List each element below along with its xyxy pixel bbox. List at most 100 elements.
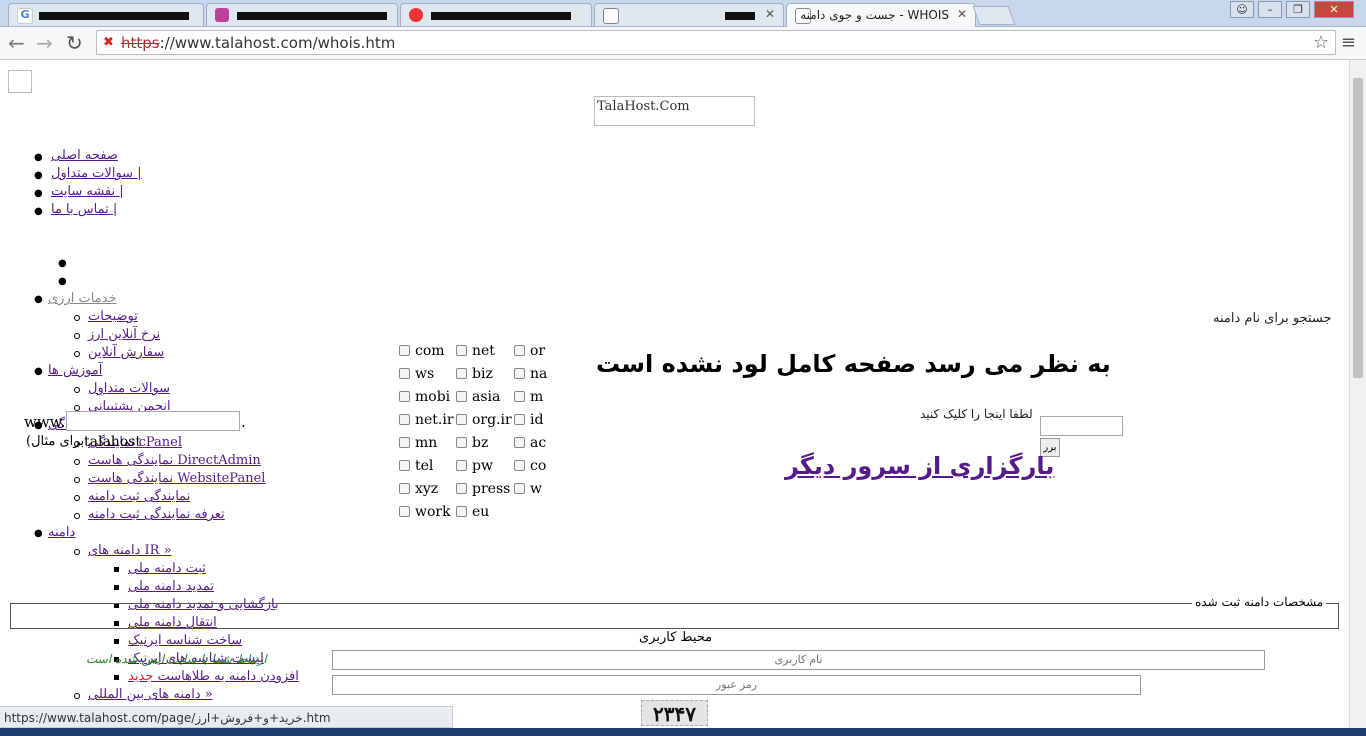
tld-checkbox[interactable] — [514, 460, 525, 471]
tab-whois[interactable]: WHOIS - جست و جوی دامنه ✕ — [786, 3, 976, 27]
restore-button[interactable]: ❐ — [1286, 1, 1310, 18]
status-bar-url: https://www.talahost.com/page/خرید+و+فرو… — [0, 706, 453, 728]
browser-toolbar: ← → ↻ ✖ https://www.talahost.com/whois.h… — [0, 27, 1366, 60]
tld-checkbox[interactable] — [399, 368, 410, 379]
nav-sitemap[interactable]: نقشه سایت | — [51, 184, 124, 199]
redacted-title — [39, 12, 189, 20]
tld-checkbox[interactable] — [399, 460, 410, 471]
bookmark-star-icon[interactable]: ☆ — [1313, 32, 1329, 53]
close-icon[interactable]: ✕ — [765, 7, 775, 21]
tld-checkbox[interactable] — [399, 345, 410, 356]
tld-label: mn — [415, 435, 438, 451]
tld-label: w — [530, 481, 542, 497]
insecure-lock-icon: ✖ — [103, 35, 114, 50]
minimize-button[interactable]: – — [1258, 1, 1282, 18]
menu-currency-rate[interactable]: نرخ آنلاین ارز — [88, 327, 160, 342]
tld-checkbox[interactable] — [456, 368, 467, 379]
tld-checkbox[interactable] — [456, 483, 467, 494]
tld-label: eu — [472, 504, 490, 520]
registered-domain-legend: مشخصات دامنه ثبت شده — [1192, 595, 1327, 609]
user-area-title: محیط کاربری — [639, 630, 713, 645]
page-scrollbar[interactable] — [1349, 60, 1366, 736]
tld-checkbox[interactable] — [514, 368, 525, 379]
tld-label: ac — [530, 435, 547, 451]
menu-reseller-websitepanel[interactable]: نمایندگی هاست WebsitePanel — [88, 471, 265, 486]
tld-checkbox[interactable] — [399, 506, 410, 517]
tld-checkbox[interactable] — [456, 391, 467, 402]
menu-currency[interactable]: خدمات ارزی — [48, 291, 117, 306]
site-favicon-icon — [215, 8, 229, 22]
tld-checkbox[interactable] — [399, 391, 410, 402]
secure-connection-note: ارتباط شما با سایت ایمن شده است — [86, 652, 267, 666]
page-not-loaded-message: به نظر می رسد صفحه کامل لود نشده است — [596, 350, 1111, 378]
menu-icon[interactable]: ≡ — [1341, 32, 1356, 53]
tld-checkbox[interactable] — [456, 345, 467, 356]
reload-icon[interactable]: ↻ — [66, 31, 83, 55]
menu-education-faq[interactable]: سوالات متداول — [88, 381, 170, 396]
captcha-image: ۲۳۴۷ — [641, 700, 708, 726]
tab-title: WHOIS - جست و جوی دامنه — [800, 8, 949, 22]
menu-reseller-domain[interactable]: نمایندگی ثبت دامنه — [88, 489, 190, 504]
menu-domain[interactable]: دامنه — [48, 525, 75, 540]
password-input[interactable] — [332, 675, 1141, 695]
tab-4[interactable]: ✕ — [594, 3, 784, 26]
menu-currency-order[interactable]: سفارش آنلاین — [88, 345, 164, 360]
secondary-input[interactable] — [1040, 416, 1123, 436]
tld-label: xyz — [415, 481, 439, 497]
tld-label: net.ir — [415, 412, 454, 428]
menu-intl-domains[interactable]: دامنه های بین المللی » — [88, 687, 213, 702]
new-badge: جدید — [128, 669, 154, 684]
tab-2[interactable] — [206, 3, 398, 26]
menu-ir-domains[interactable]: دامنه های IR » — [88, 543, 172, 558]
registered-domain-fieldset — [10, 603, 1339, 629]
reload-from-other-server-link[interactable]: بارگزاری از سرور دیگر — [785, 452, 1054, 480]
tld-label: press — [472, 481, 511, 497]
menu-ir-renew[interactable]: تمدید دامنه ملی — [128, 579, 214, 594]
new-tab-button[interactable] — [972, 6, 1016, 25]
tld-checkbox[interactable] — [399, 437, 410, 448]
close-icon[interactable]: ✕ — [957, 7, 967, 21]
menu-currency-desc[interactable]: توضیحات — [88, 309, 138, 324]
tld-checkbox[interactable] — [514, 345, 525, 356]
example-suffix: برای مثال) — [26, 434, 85, 449]
tab-3[interactable] — [400, 3, 592, 26]
menu-ir-add-domain[interactable]: افزودن دامنه به طلاهاست جدید — [128, 669, 299, 684]
menu-education[interactable]: آموزش ها — [48, 363, 102, 378]
tld-checkbox[interactable] — [514, 391, 525, 402]
tld-label: work — [415, 504, 451, 520]
tld-checkbox[interactable] — [514, 414, 525, 425]
menu-reseller-tariff[interactable]: تعرفه نمایندگی ثبت دامنه — [88, 507, 225, 522]
tld-checkbox[interactable] — [456, 414, 467, 425]
tld-checkbox[interactable] — [514, 483, 525, 494]
back-arrow-icon[interactable]: ← — [8, 31, 25, 55]
nav-faq[interactable]: سوالات متداول | — [51, 166, 142, 181]
tld-label: biz — [472, 366, 493, 382]
page-viewport: TalaHost.Com ● صفحه اصلی ● سوالات متداول… — [0, 60, 1350, 736]
tab-strip: G ✕ WHOIS - جست و جوی دامنه ✕ ☺ – ❐ ✕ — [0, 0, 1366, 27]
window-close-button[interactable]: ✕ — [1314, 1, 1354, 18]
forward-arrow-icon[interactable]: → — [36, 31, 53, 55]
tld-checkbox[interactable] — [399, 483, 410, 494]
menu-ir-register[interactable]: ثبت دامنه ملی — [128, 561, 206, 576]
user-icon[interactable]: ☺ — [1230, 1, 1254, 18]
domain-search-input[interactable] — [66, 411, 240, 431]
click-here-text: لطفا اینجا را کلیک کنید — [920, 407, 1033, 421]
menu-ir-nic-create[interactable]: ساخت شناسه ایرنیک — [128, 633, 242, 648]
redacted-title — [237, 12, 387, 20]
nav-contact[interactable]: تماس با ما | — [51, 202, 117, 217]
scrollbar-thumb[interactable] — [1353, 78, 1363, 378]
tld-checkbox[interactable] — [456, 437, 467, 448]
username-input[interactable] — [332, 650, 1265, 670]
tld-checkbox[interactable] — [456, 460, 467, 471]
tld-label: tel — [415, 458, 434, 474]
tld-label: asia — [472, 389, 501, 405]
tld-checkbox[interactable] — [514, 437, 525, 448]
tld-checkbox[interactable] — [456, 506, 467, 517]
menu-reseller-directadmin[interactable]: نمایندگی هاست DirectAdmin — [88, 453, 261, 468]
tab-1[interactable]: G — [8, 3, 204, 26]
tld-label: ws — [415, 366, 435, 382]
nav-home[interactable]: صفحه اصلی — [51, 148, 118, 163]
tld-checkbox[interactable] — [399, 414, 410, 425]
address-bar[interactable]: ✖ https://www.talahost.com/whois.htm ☆ — [96, 30, 1336, 55]
redacted-title — [431, 12, 571, 20]
